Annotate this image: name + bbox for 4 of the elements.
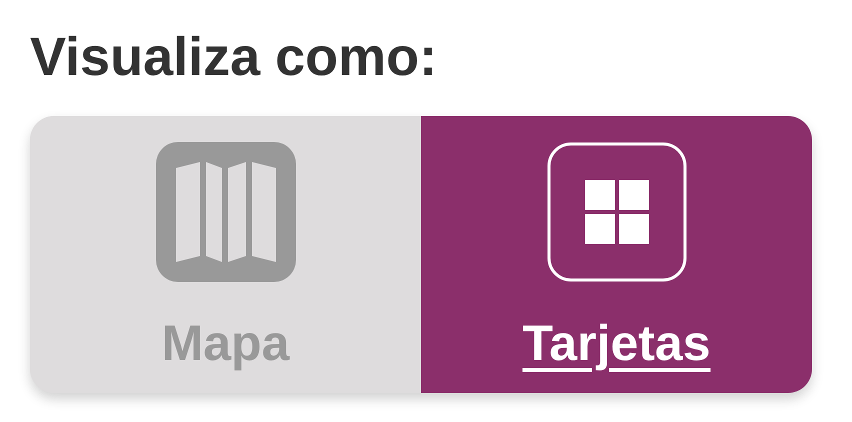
- grid-icon: [546, 142, 686, 282]
- map-icon: [156, 142, 296, 282]
- view-option[interactable]: Tarjetas: [421, 116, 812, 393]
- section-title: Visualiza como:: [30, 26, 438, 89]
